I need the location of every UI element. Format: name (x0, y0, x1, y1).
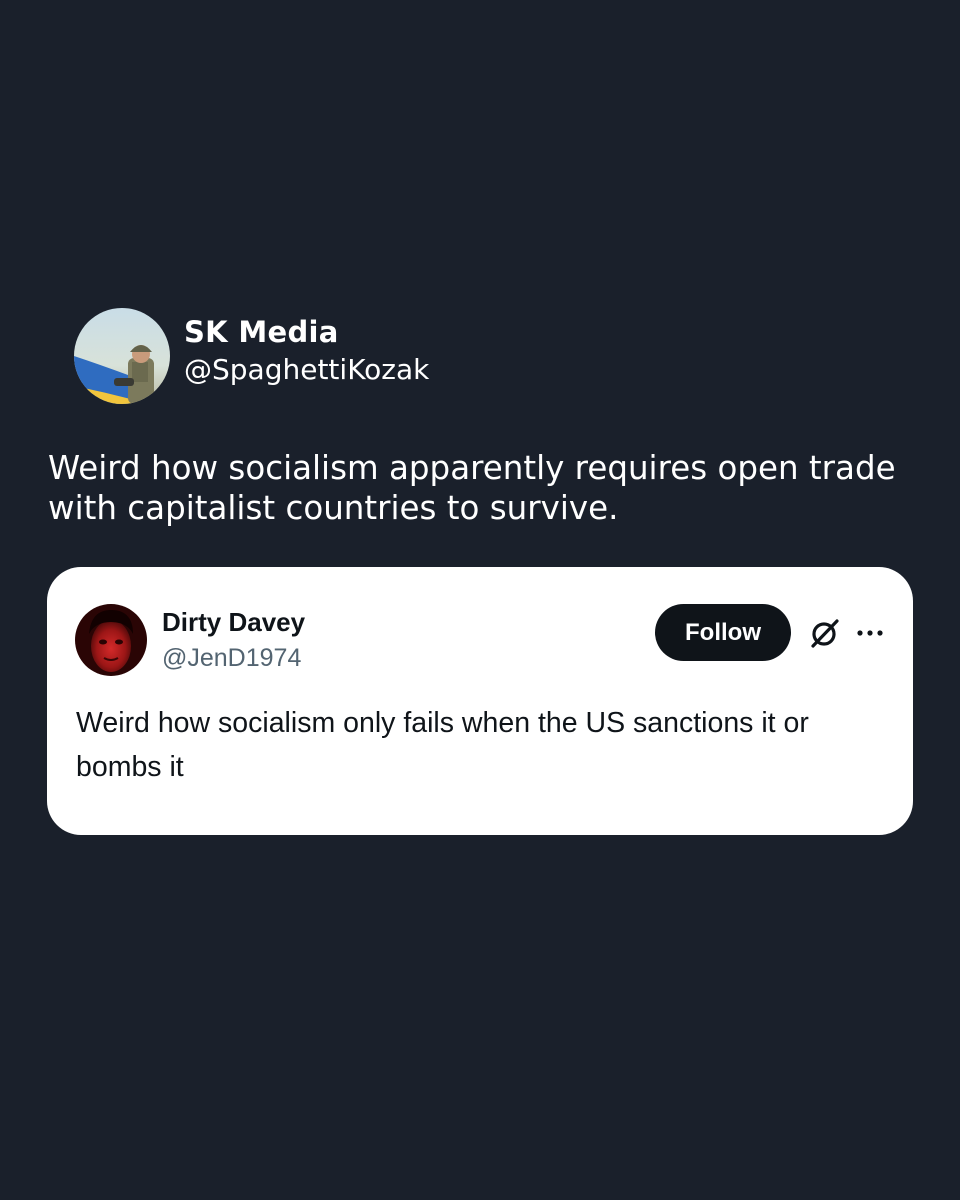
author-name[interactable]: SK Media (184, 314, 429, 350)
avatar-image (75, 604, 147, 676)
avatar-image (74, 308, 170, 404)
post-text: Weird how socialism apparently requires … (48, 449, 896, 527)
post-author: SK Media @SpaghettiKozak (74, 308, 912, 404)
quoted-author-name[interactable]: Dirty Davey (162, 607, 305, 637)
quoted-tweet-text: Weird how socialism only fails when the … (76, 707, 809, 783)
author-handle[interactable]: @SpaghettiKozak (184, 350, 429, 390)
quoted-author-handle[interactable]: @JenD1974 (162, 643, 301, 673)
quoted-author-avatar[interactable] (75, 604, 147, 676)
quoted-tweet-card[interactable]: Dirty Davey @JenD1974 Follow Weird how s… (47, 567, 913, 835)
follow-button[interactable]: Follow (655, 604, 791, 661)
author-info: SK Media @SpaghettiKozak (184, 314, 429, 390)
grok-icon[interactable] (807, 615, 843, 651)
more-dots-icon[interactable] (855, 621, 885, 645)
author-avatar[interactable] (74, 308, 170, 404)
main-post: SK Media @SpaghettiKozak Weird how socia… (48, 308, 912, 527)
